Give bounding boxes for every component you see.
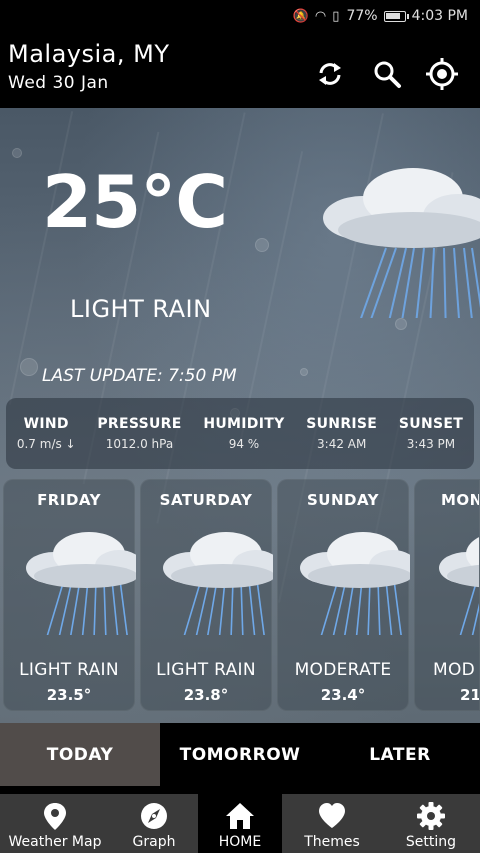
status-icons: 🔕 ◠ ▯: [292, 8, 341, 24]
app-header: Malaysia, MY Wed 30 Jan: [0, 32, 480, 108]
stat-wind: WIND 0.7 m/s ↓: [17, 416, 76, 451]
forecast-condition: LIGHT RAIN: [156, 660, 256, 680]
nav-weather-map[interactable]: Weather Map: [0, 794, 110, 853]
forecast-day: SATURDAY: [159, 491, 253, 509]
home-icon: [226, 803, 254, 829]
forecast-day: FRIDAY: [37, 491, 101, 509]
nav-label: Themes: [304, 834, 360, 850]
search-icon[interactable]: [369, 56, 405, 92]
tab-today[interactable]: TODAY: [0, 723, 160, 786]
forecast-condition: MOD: [433, 660, 476, 680]
forecast-day: SUNDAY: [306, 491, 380, 509]
battery-icon: [383, 10, 409, 22]
rain-cloud-icon: [26, 532, 136, 635]
tab-tomorrow[interactable]: TOMORROW: [160, 723, 320, 786]
clock: 4:03 PM: [411, 8, 468, 24]
stat-humidity: HUMIDITY 94 %: [203, 416, 284, 451]
nav-label: Weather Map: [8, 834, 102, 850]
tab-later[interactable]: LATER: [320, 723, 480, 786]
forecast-temp: 23.4°: [320, 686, 366, 704]
stat-value: 3:43 PM: [406, 437, 456, 451]
current-condition: LIGHT RAIN: [70, 295, 212, 323]
forecast-temp: 23.5°: [46, 686, 92, 704]
compass-icon: [141, 803, 167, 829]
rain-cloud-icon: [439, 537, 479, 635]
stat-sunset: SUNSET 3:43 PM: [399, 416, 463, 451]
stat-label: SUNRISE: [306, 416, 378, 432]
battery-percent: 77%: [346, 8, 378, 24]
forecast-card[interactable]: MON MOD 21: [414, 479, 480, 711]
stat-pressure: PRESSURE 1012.0 hPa: [97, 416, 181, 451]
forecast-temp: 21: [460, 686, 480, 704]
stat-sunrise: SUNRISE 3:42 AM: [306, 416, 377, 451]
location-title: Malaysia, MY: [8, 40, 170, 68]
nav-home[interactable]: HOME: [198, 794, 282, 853]
stat-label: HUMIDITY: [203, 416, 285, 432]
current-temperature: 25°C: [42, 160, 228, 244]
forecast-condition: LIGHT RAIN: [19, 660, 119, 680]
stat-value: 1012.0 hPa: [105, 437, 174, 451]
weather-main: 25°C LIGHT RAIN LAST UPDATE: 7:50 PM WIN…: [0, 108, 480, 723]
stat-value: 94 %: [228, 437, 260, 451]
status-bar: 🔕 ◠ ▯ 77% 4:03 PM: [0, 0, 480, 32]
bottom-nav: Weather Map Graph HOME Themes Setting: [0, 794, 480, 853]
nav-label: Setting: [405, 834, 457, 850]
weather-stats-panel: WIND 0.7 m/s ↓ PRESSURE 1012.0 hPa HUMID…: [6, 398, 474, 469]
rain-cloud-icon: [163, 532, 273, 635]
stat-value: 0.7 m/s ↓: [16, 437, 76, 451]
nav-setting[interactable]: Setting: [382, 794, 480, 853]
day-tabs: TODAY TOMORROW LATER: [0, 723, 480, 786]
stat-value: 3:42 AM: [317, 437, 367, 451]
refresh-icon[interactable]: [312, 56, 348, 92]
forecast-temp: 23.8°: [183, 686, 229, 704]
current-date: Wed 30 Jan: [8, 73, 109, 93]
nav-graph[interactable]: Graph: [110, 794, 198, 853]
nav-themes[interactable]: Themes: [282, 794, 382, 853]
forecast-day: MON: [441, 491, 480, 509]
forecast-card[interactable]: SATURDAY LIGHT RAIN 23.8°: [140, 479, 273, 711]
stat-label: SUNSET: [398, 416, 464, 432]
map-pin-icon: [44, 803, 66, 830]
rain-cloud-icon: [323, 168, 480, 318]
rain-cloud-icon: [300, 532, 410, 635]
forecast-condition: MODERATE: [294, 660, 392, 680]
forecast-cards[interactable]: FRIDAY LIGHT RAIN 23.5° SATURDAY LIGHT R…: [3, 479, 480, 711]
gear-icon: [417, 802, 445, 830]
stat-label: WIND: [23, 416, 69, 432]
stat-label: PRESSURE: [97, 416, 182, 432]
heart-icon: [319, 803, 345, 828]
last-update: LAST UPDATE: 7:50 PM: [42, 366, 237, 386]
forecast-card[interactable]: SUNDAY MODERATE 23.4°: [277, 479, 410, 711]
nav-label: HOME: [218, 834, 262, 850]
locate-icon[interactable]: [424, 56, 460, 92]
nav-label: Graph: [132, 834, 176, 850]
forecast-card[interactable]: FRIDAY LIGHT RAIN 23.5°: [3, 479, 136, 711]
